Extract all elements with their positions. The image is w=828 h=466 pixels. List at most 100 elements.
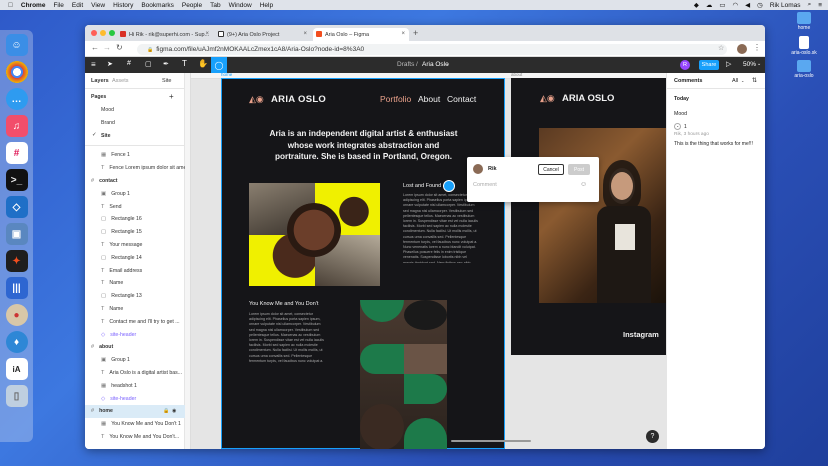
menu-app-name[interactable]: Chrome [21,2,46,9]
finder-icon[interactable]: ☺ [5,34,28,56]
layer-row[interactable]: T Email address [85,264,185,277]
url-field[interactable]: 🔒 figma.com/file/uAJmf2nMOKAALcZmex1cA8/… [137,44,727,55]
menubar-user[interactable]: Rik Lomas [770,2,801,9]
apple-icon[interactable]:  [8,2,13,9]
back-icon[interactable]: ← [91,43,99,52]
reload-icon[interactable]: ↻ [116,43,123,52]
layer-row[interactable]: T Aria Oslo is a digital artist bas... [85,367,185,380]
layer-row[interactable]: T Your message [85,239,185,252]
desktop-icon-aria-oslo[interactable]: aria-oslo [784,60,824,79]
layer-row[interactable]: ▦ headshot 1 [85,379,185,392]
desktop-icon-home[interactable]: home [784,12,824,31]
menu-edit[interactable]: Edit [72,2,83,9]
nav-portfolio[interactable]: Portfolio [380,94,411,104]
settings-icon[interactable]: ⇅ [752,77,757,84]
tab-gmail[interactable]: Hi Rik - rik@superhi.com - Sup... × [117,28,213,41]
layer-row[interactable]: ▢ Rectangle 15 [85,226,185,239]
tab-layers[interactable]: Layers [91,78,109,84]
tweetbot-icon[interactable]: ♦ [5,331,28,353]
text-tool-icon[interactable]: T [182,59,187,68]
move-tool-icon[interactable]: ➤ [107,60,113,68]
terminal-icon[interactable]: >_ [5,169,28,191]
pen-tool-icon[interactable]: ✒ [163,60,169,68]
layer-row[interactable]: ▦ You Know Me and You Don't 1 [85,418,185,431]
layer-row[interactable]: # about [85,341,185,354]
preview-icon[interactable]: ▣ [5,223,28,245]
menu-window[interactable]: Window [229,2,252,9]
layer-row[interactable]: T Contact me and I'll try to get ... [85,315,185,328]
nav-about[interactable]: About [418,94,440,104]
layer-row[interactable]: ▢ Rectangle 13 [85,290,185,303]
nav-contact[interactable]: Contact [447,94,476,104]
layer-row[interactable]: ▦ Fence 1 [85,149,185,162]
layer-row[interactable]: T Fence Lorem ipsum dolor sit amet,... [85,162,185,175]
vscode-icon[interactable]: ◇ [5,196,28,218]
post-button[interactable]: Post [568,164,590,175]
comment-page[interactable]: Mood [674,111,687,117]
layer-row[interactable]: ◇ site-header [85,328,185,341]
menu-help[interactable]: Help [260,2,273,9]
layer-row[interactable]: ▣ Group 1 [85,187,185,200]
menu-tab[interactable]: Tab [210,2,220,9]
comment-input[interactable]: Comment [473,182,497,188]
share-button[interactable]: Share [699,60,719,70]
close-tab-icon[interactable]: × [205,31,209,37]
app-icon[interactable]: ||| [5,277,28,299]
menu-icon[interactable]: ≡ [91,60,96,69]
search-icon[interactable]: ⌕ [808,1,812,9]
layer-row[interactable]: ◇ site-header [85,392,185,405]
messages-icon[interactable]: … [5,88,28,110]
comment-text[interactable]: This is the thing that works for me!!! [674,141,764,147]
control-icon[interactable]: ≡ [818,2,822,9]
canvas[interactable]: home about ◭◉ ARIA OSLO Portfolio About … [185,73,666,449]
menu-bookmarks[interactable]: Bookmarks [141,2,174,9]
page-item-brand[interactable]: Brand [101,120,115,126]
layer-row[interactable]: ▣ Group 1 [85,354,185,367]
filter-chevron-icon[interactable]: ⌄ [741,78,744,83]
cancel-button[interactable]: Cancel [538,164,564,175]
layer-row[interactable]: ▢ Rectangle 16 [85,213,185,226]
layer-row[interactable]: T Send [85,200,185,213]
shape-tool-icon[interactable]: ▢ [145,60,152,68]
layer-row[interactable]: T You Know Me and You Don't... [85,431,185,444]
user-avatar[interactable]: R [680,60,690,70]
forward-icon[interactable]: → [103,43,111,52]
more-icon[interactable]: ⋮ [753,43,761,52]
menu-view[interactable]: View [91,2,105,9]
frame-label-home[interactable]: home [221,73,232,77]
comments-filter[interactable]: All [732,78,738,84]
help-icon[interactable]: ? [646,430,659,443]
trash-icon[interactable]: ▯ [5,385,28,407]
wifi-icon[interactable]: ◠ [733,1,739,9]
bookmark-star-icon[interactable]: ☆ [718,44,724,52]
layer-row[interactable]: T Name [85,277,185,290]
menu-file[interactable]: File [53,2,63,9]
dropbox-icon[interactable]: ◆ [694,1,699,9]
layer-row[interactable]: ▢ Rectangle 14 [85,251,185,264]
page-selector[interactable]: Site [162,78,171,84]
palette-icon[interactable]: ● [5,304,28,326]
layer-row[interactable]: T Name [85,303,185,316]
emoji-icon[interactable]: ☺ [580,181,587,188]
play-icon[interactable]: ▷ [726,60,731,68]
tab-notion[interactable]: (9+) Aria Oslo Project × [215,28,311,41]
frame-label-about[interactable]: about [511,73,522,77]
close-icon[interactable] [91,30,97,36]
tab-assets[interactable]: Assets [112,78,129,84]
frame-tool-icon[interactable]: # [127,60,131,67]
page-item-site[interactable]: Site [101,133,111,139]
desktop-icon-sketch[interactable]: aria-oslo.sk [784,36,824,56]
music-icon[interactable]: ♫ [5,115,28,137]
lock-icon[interactable]: 🔒 [163,408,169,414]
volume-icon[interactable]: ◀ [745,1,750,9]
cloud-icon[interactable]: ☁ [706,1,713,9]
frame-about[interactable]: ◭◉ ARIA OSLO Instagram [511,78,666,355]
page-item-mood[interactable]: Mood [101,107,114,113]
new-tab-icon[interactable]: + [413,28,418,38]
maximize-icon[interactable] [109,30,115,36]
add-page-icon[interactable]: + [169,92,174,101]
comment-tool-icon[interactable]: ◯ [211,57,227,73]
visibility-icon[interactable]: ◉ [172,408,176,414]
instagram-label[interactable]: Instagram [623,330,659,339]
chrome-icon[interactable] [5,61,28,83]
